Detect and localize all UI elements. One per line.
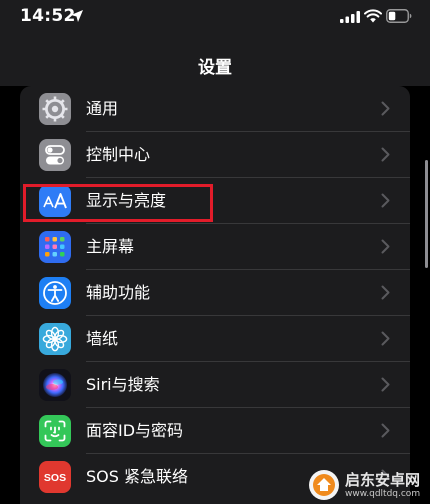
toggles-icon xyxy=(39,139,71,171)
watermark: 启东安卓网 www.qdltdq.com xyxy=(307,468,427,502)
home-screen-grid-icon xyxy=(39,231,71,263)
settings-row-label: 墙纸 xyxy=(86,329,119,348)
siri-icon xyxy=(39,369,71,401)
settings-row-home-screen[interactable]: 主屏幕 xyxy=(20,224,410,270)
settings-row-wallpaper[interactable]: 墙纸 xyxy=(20,316,410,362)
flower-icon xyxy=(39,323,71,355)
chevron-right-icon xyxy=(381,331,390,346)
watermark-logo-icon xyxy=(309,470,339,500)
settings-row-siri-search[interactable]: Siri与搜索 xyxy=(20,362,410,408)
sos-icon: SOS xyxy=(39,461,71,493)
settings-list: 通用 控制中心 显示与亮度 主屏幕 辅助功能 墙纸 Siri与搜索 面容ID与密… xyxy=(20,86,410,504)
chevron-right-icon xyxy=(381,239,390,254)
settings-row-control-center[interactable]: 控制中心 xyxy=(20,132,410,178)
wifi-icon xyxy=(364,9,382,23)
location-arrow-icon xyxy=(71,10,83,22)
settings-row-label: 通用 xyxy=(86,99,119,118)
status-time: 14:52 xyxy=(20,6,76,26)
settings-row-general[interactable]: 通用 xyxy=(20,86,410,132)
accessibility-icon xyxy=(39,277,71,309)
gear-icon xyxy=(39,93,71,125)
settings-row-label: 主屏幕 xyxy=(86,237,135,256)
cellular-signal-icon xyxy=(340,11,360,23)
page-title: 设置 xyxy=(198,58,232,78)
battery-icon xyxy=(386,9,412,23)
chevron-right-icon xyxy=(381,193,390,208)
watermark-name: 启东安卓网 xyxy=(345,471,421,489)
chevron-right-icon xyxy=(381,285,390,300)
nav-bar: 设置 xyxy=(0,36,430,86)
settings-row-label: 控制中心 xyxy=(86,145,151,164)
chevron-right-icon xyxy=(381,423,390,438)
settings-row-face-id-passcode[interactable]: 面容ID与密码 xyxy=(20,408,410,454)
chevron-right-icon xyxy=(381,147,390,162)
face-id-icon xyxy=(39,415,71,447)
chevron-right-icon xyxy=(381,377,390,392)
settings-row-label: Siri与搜索 xyxy=(86,375,160,394)
settings-row-accessibility[interactable]: 辅助功能 xyxy=(20,270,410,316)
highlight-box xyxy=(23,184,213,222)
settings-row-label: SOS 紧急联络 xyxy=(86,467,188,486)
watermark-url: www.qdltdq.com xyxy=(345,489,421,499)
chevron-right-icon xyxy=(381,101,390,116)
sos-badge-text: SOS xyxy=(44,472,66,484)
status-bar: 14:52 xyxy=(0,0,430,36)
scroll-indicator[interactable] xyxy=(425,160,428,268)
settings-row-label: 辅助功能 xyxy=(86,283,151,302)
settings-row-label: 面容ID与密码 xyxy=(86,421,184,440)
